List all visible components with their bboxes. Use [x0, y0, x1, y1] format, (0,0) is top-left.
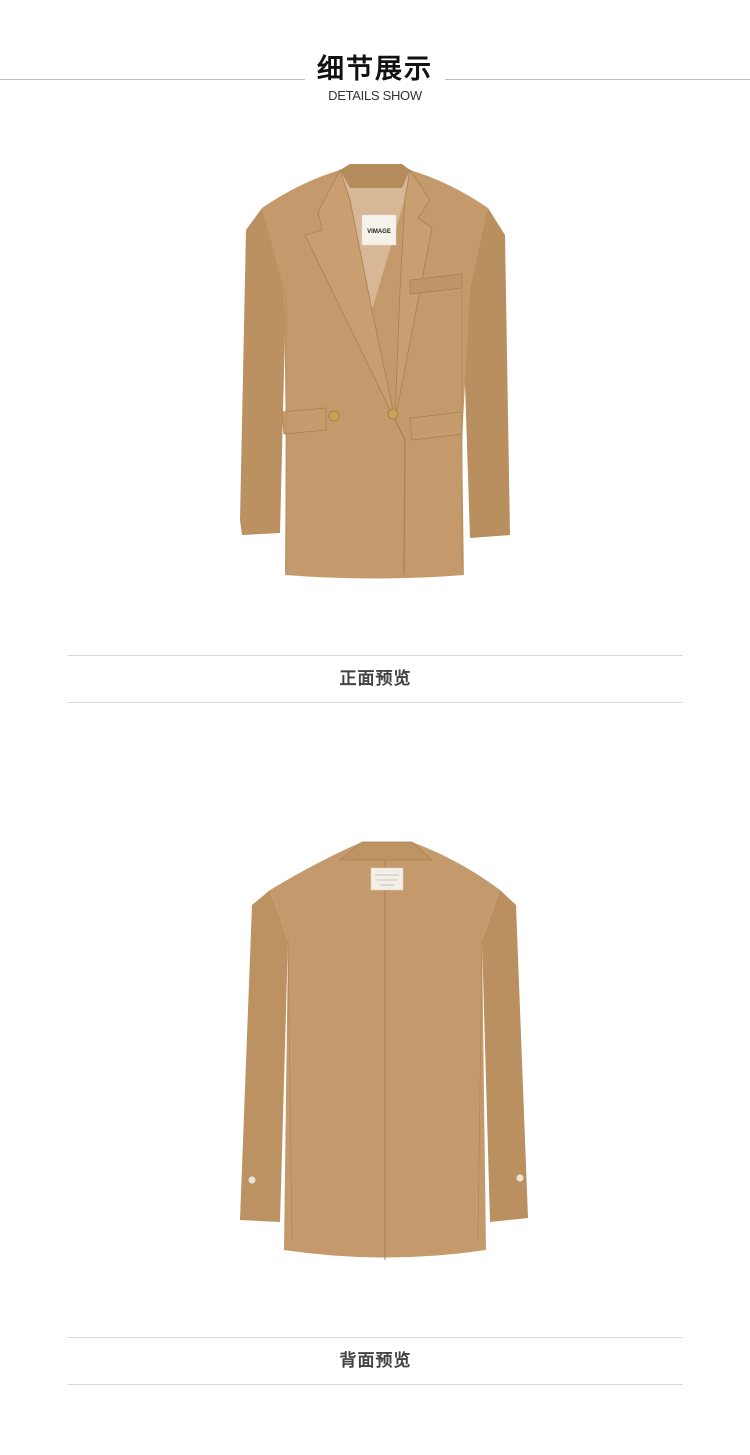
back-caption-label: 背面预览 [339, 1351, 412, 1371]
brand-label-text: VIMAGE [367, 229, 391, 235]
front-caption: 正面预览 [68, 655, 683, 703]
jacket-button [328, 410, 340, 422]
caption-rule [68, 655, 683, 656]
back-caption: 背面预览 [68, 1337, 683, 1385]
front-view-image: VIMAGE [0, 140, 750, 600]
left-flap-pocket [281, 407, 327, 435]
cuff-button [247, 1175, 257, 1185]
jacket-button [387, 408, 399, 420]
section-header: 细节展示 DETAILS SHOW [0, 0, 750, 110]
front-caption-label: 正面预览 [339, 669, 412, 689]
caption-rule [68, 702, 683, 703]
right-sleeve [482, 890, 528, 1222]
left-sleeve [240, 890, 288, 1222]
cuff-button [515, 1173, 525, 1183]
section-subtitle: DETAILS SHOW [328, 88, 422, 103]
back-label [370, 867, 404, 891]
back-view-image [0, 820, 750, 1280]
caption-rule [68, 1337, 683, 1338]
caption-rule [68, 1384, 683, 1385]
section-title: 细节展示 [317, 54, 433, 85]
